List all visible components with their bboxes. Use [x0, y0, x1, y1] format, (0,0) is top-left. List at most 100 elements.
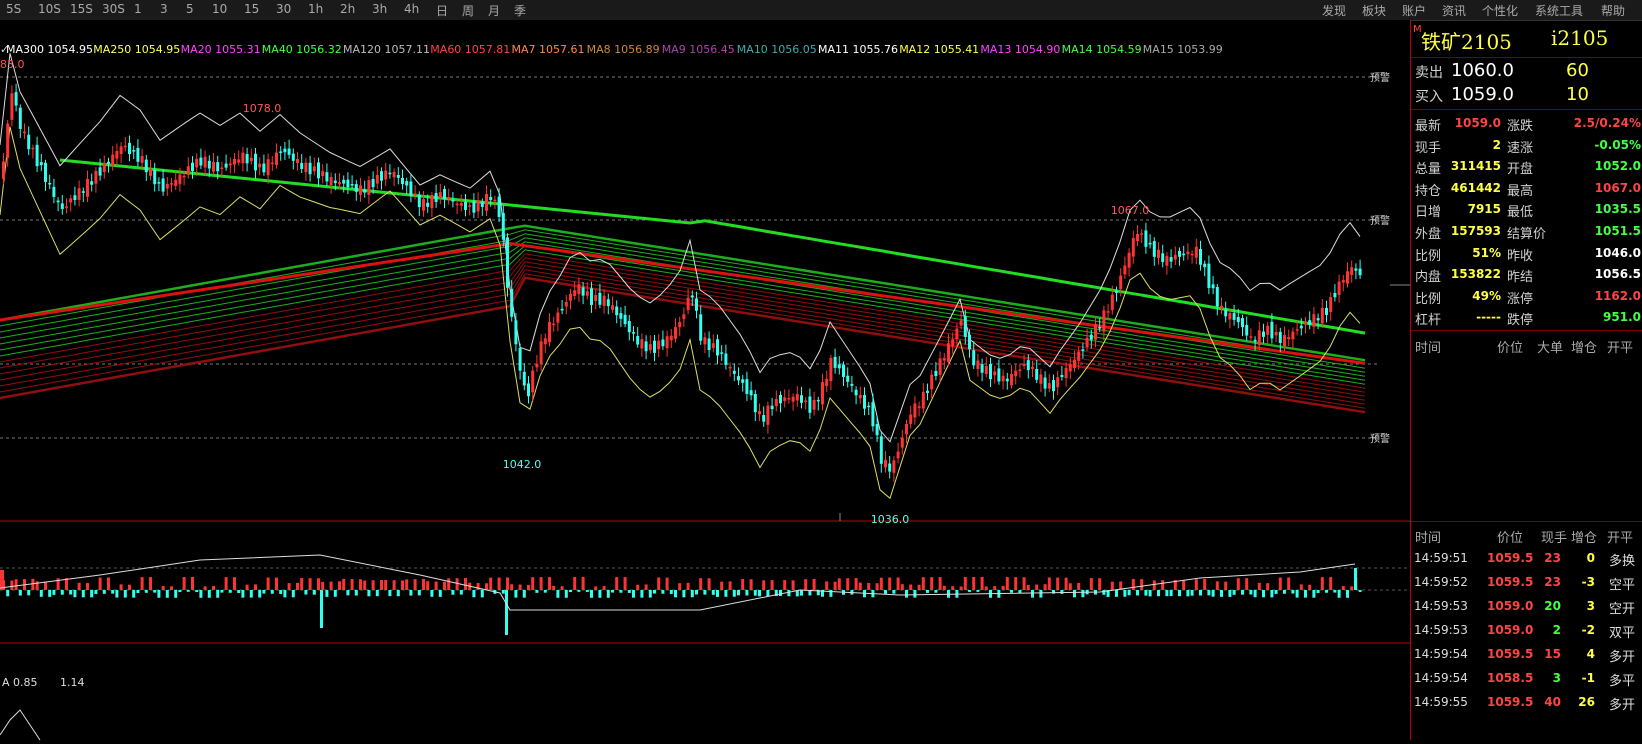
volume-bar [413, 579, 417, 590]
volume-bar [472, 590, 476, 598]
candle-body [615, 306, 619, 316]
period-button-5[interactable]: 3 [160, 2, 168, 16]
period-button-7[interactable]: 10 [212, 2, 227, 16]
period-button-8[interactable]: 15 [244, 2, 259, 16]
volume-bar [787, 590, 791, 597]
quote-value: 1035.5 [1594, 202, 1641, 217]
volume-bar [10, 580, 14, 590]
volume-bar [1333, 590, 1337, 593]
volume-bar [833, 581, 837, 590]
volume-bar [1144, 590, 1148, 596]
period-button-6[interactable]: 5 [186, 2, 194, 16]
volume-bar [707, 578, 711, 590]
period-button-2[interactable]: 15S [70, 2, 93, 16]
menu-button-4[interactable]: 个性化 [1482, 2, 1518, 19]
ma-legend: MA300 1054.95 MA250 1054.95 MA20 1055.31 MA… [0, 43, 1223, 56]
volume-bar [737, 590, 740, 596]
candle-body [375, 174, 379, 184]
volume-bar [1350, 586, 1354, 590]
quote-value: 7915 [1467, 202, 1501, 217]
candle-body [363, 189, 367, 193]
period-button-4[interactable]: 1 [134, 2, 142, 16]
candle-body [1089, 334, 1093, 340]
candle-body [489, 196, 493, 201]
volume-bar [115, 590, 119, 598]
volume-bar [161, 585, 165, 590]
menu-button-0[interactable]: 发现 [1322, 2, 1346, 19]
period-button-15[interactable]: 周 [462, 2, 474, 19]
period-button-9[interactable]: 30 [276, 2, 291, 16]
candle-body [1127, 252, 1131, 268]
quote-value: 2 [1492, 137, 1501, 152]
menu-button-3[interactable]: 资讯 [1442, 2, 1466, 19]
volume-bar [1169, 590, 1173, 597]
quote-value: 153822 [1450, 267, 1501, 282]
volume-bar [342, 578, 346, 590]
period-button-13[interactable]: 4h [404, 2, 419, 16]
candle-body [65, 206, 68, 208]
kline-chart[interactable]: 1078.01042.01036.01067.083.0预警预警预警A 0.85… [0, 20, 1410, 741]
quote-row: 比例 51% 昨收 1046.0 [1411, 242, 1642, 264]
candle-body [972, 350, 976, 366]
period-button-3[interactable]: 30S [102, 2, 125, 16]
period-button-1[interactable]: 10S [38, 2, 61, 16]
volume-bar [665, 577, 669, 590]
candle-body [195, 158, 199, 168]
candle-body [518, 347, 522, 371]
candle-body [199, 157, 203, 166]
candle-body [203, 156, 207, 168]
volume-bar [1316, 590, 1320, 593]
volume-bar [695, 590, 698, 595]
trade-price: 1059.5 [1487, 695, 1534, 709]
candle-body [144, 159, 148, 173]
volume-bar [1346, 590, 1349, 598]
volume-bar [1253, 590, 1257, 598]
menu-button-2[interactable]: 账户 [1402, 2, 1426, 19]
volume-bar [762, 580, 766, 590]
candle-body [1085, 337, 1089, 347]
candle-body [753, 394, 757, 413]
period-button-17[interactable]: 季 [514, 2, 526, 19]
candle-body [279, 151, 283, 153]
candle-body [795, 394, 799, 401]
candle-body [884, 459, 887, 468]
period-button-14[interactable]: 日 [436, 2, 448, 19]
volume-bar [371, 580, 375, 590]
menu-button-6[interactable]: 帮助 [1601, 2, 1625, 19]
volume-bar [354, 590, 358, 596]
volume-bar [459, 590, 463, 595]
volume-bar [732, 590, 736, 597]
candle-body [1064, 367, 1068, 379]
period-button-10[interactable]: 1h [308, 2, 323, 16]
volume-bar [329, 581, 333, 590]
volume-bar [1010, 590, 1013, 593]
menu-button-5[interactable]: 系统工具 [1535, 2, 1583, 19]
volume-bar [690, 590, 694, 598]
volume-bar [333, 590, 337, 597]
period-button-16[interactable]: 月 [488, 2, 500, 19]
volume-bar [896, 577, 900, 590]
menu-button-1[interactable]: 板块 [1362, 2, 1386, 19]
candle-body [401, 177, 404, 185]
volume-bar [1022, 577, 1026, 590]
period-button-11[interactable]: 2h [340, 2, 355, 16]
volume-bar [52, 590, 56, 595]
candle-body [388, 172, 392, 175]
volume-bar [220, 590, 224, 593]
candle-body [174, 179, 178, 187]
volume-bar [1194, 579, 1198, 590]
candle-body [459, 202, 463, 206]
volume-bar [1257, 582, 1261, 590]
candle-body [863, 395, 866, 409]
volume-bar [606, 590, 610, 598]
candle-body [636, 336, 640, 345]
period-button-0[interactable]: 5S [6, 2, 21, 16]
volume-bar [590, 590, 593, 598]
volume-bar [560, 586, 564, 590]
candle-body [686, 297, 690, 311]
candle-body [501, 212, 505, 240]
candle-body [1358, 268, 1362, 276]
period-button-12[interactable]: 3h [372, 2, 387, 16]
candle-body [485, 193, 488, 211]
volume-bar [1131, 578, 1135, 590]
